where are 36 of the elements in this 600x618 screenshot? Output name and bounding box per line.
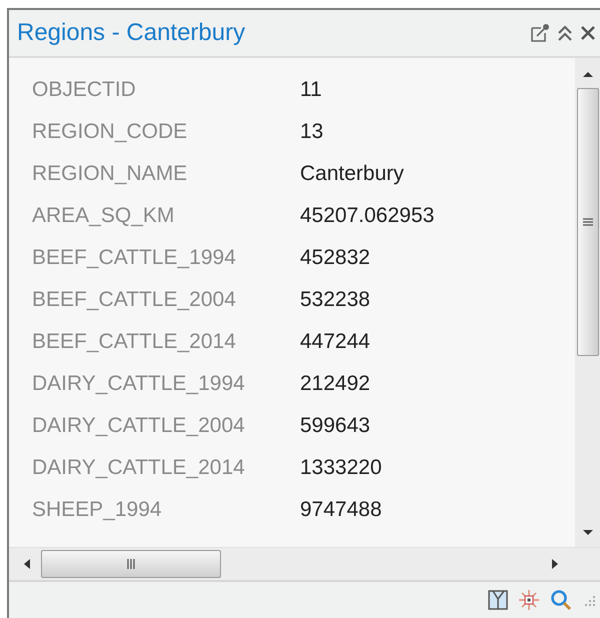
field-name: DAIRY_CATTLE_1994 bbox=[32, 372, 246, 396]
field-name: REGION_CODE bbox=[32, 120, 188, 144]
field-value: Canterbury bbox=[300, 162, 404, 186]
field-name: DAIRY_CATTLE_2004 bbox=[32, 414, 246, 438]
field-value: 13 bbox=[300, 120, 324, 144]
field-value: 452832 bbox=[300, 246, 370, 270]
grip-icon bbox=[582, 217, 592, 227]
close-icon[interactable] bbox=[580, 25, 596, 41]
resize-grip-icon[interactable] bbox=[582, 593, 596, 607]
field-value: 1333220 bbox=[300, 456, 382, 480]
zoom-icon[interactable] bbox=[550, 589, 572, 611]
field-name: BEEF_CATTLE_1994 bbox=[32, 246, 237, 270]
field-name: DAIRY_CATTLE_2014 bbox=[32, 456, 246, 480]
field-value: 447244 bbox=[300, 330, 370, 354]
map-filter-icon[interactable] bbox=[488, 590, 508, 610]
scroll-thumb[interactable] bbox=[576, 88, 598, 356]
grip-icon bbox=[126, 559, 136, 569]
field-value: 532238 bbox=[300, 288, 370, 312]
field-name: BEEF_CATTLE_2004 bbox=[32, 288, 237, 312]
field-value: 599643 bbox=[300, 414, 370, 438]
field-value: 11 bbox=[300, 78, 322, 102]
field-value: 212492 bbox=[300, 372, 370, 396]
field-name: AREA_SQ_KM bbox=[32, 204, 176, 228]
field-name: OBJECTID bbox=[32, 78, 137, 102]
horizontal-scrollbar[interactable] bbox=[9, 547, 600, 582]
field-name: BEEF_CATTLE_2014 bbox=[32, 330, 237, 354]
scroll-thumb[interactable] bbox=[41, 550, 221, 578]
window-title: Regions - Canterbury bbox=[17, 19, 246, 47]
field-name: SHEEP_1994 bbox=[32, 498, 163, 522]
field-name: REGION_NAME bbox=[32, 162, 188, 186]
field-value: 9747488 bbox=[300, 498, 382, 522]
collapse-icon[interactable] bbox=[556, 24, 574, 42]
pop-out-icon[interactable] bbox=[530, 23, 550, 43]
field-value: 45207.062953 bbox=[300, 204, 434, 228]
flash-icon[interactable] bbox=[518, 589, 540, 611]
vertical-scrollbar[interactable] bbox=[575, 58, 600, 547]
